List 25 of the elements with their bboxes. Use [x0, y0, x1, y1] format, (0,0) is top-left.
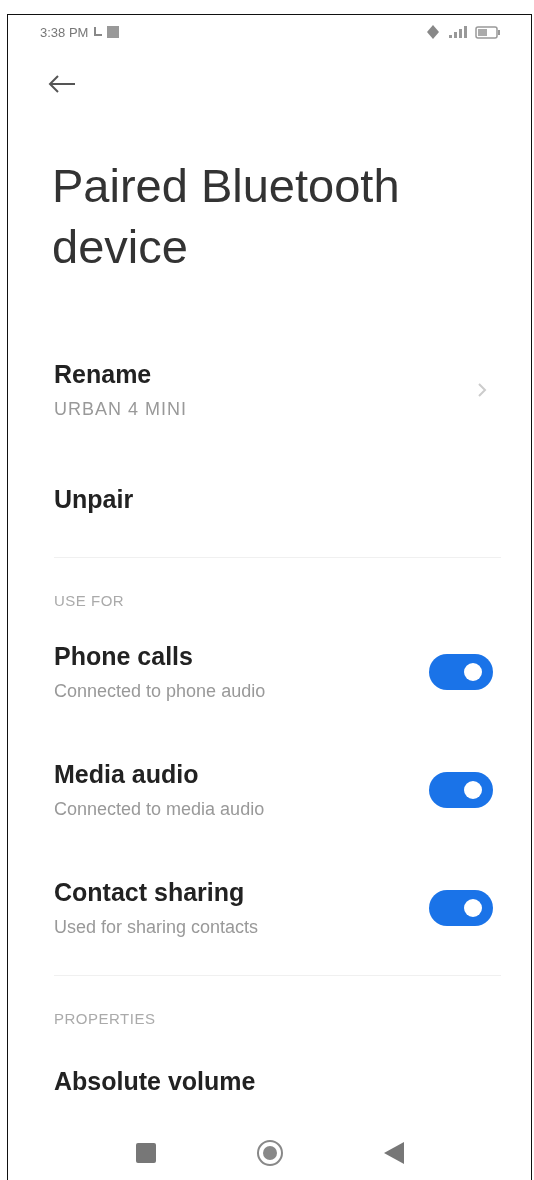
back-arrow-icon[interactable]: [48, 75, 76, 93]
setting-title[interactable]: Absolute volume: [54, 1066, 493, 1096]
notification-icon: [107, 26, 120, 38]
signal-icon: [447, 26, 467, 38]
setting-subtitle: Connected to media audio: [54, 799, 266, 820]
back-icon[interactable]: [383, 1141, 404, 1164]
setting-title[interactable]: Media audio: [54, 760, 429, 789]
setting-subtitle: Used for sharing contacts: [54, 917, 260, 938]
setting-subtitle: Connected to phone audio: [54, 681, 267, 702]
setting-title[interactable]: Contact sharing: [54, 878, 429, 907]
setting-title[interactable]: Unpair: [54, 484, 493, 514]
section-header: USE FOR: [53, 592, 126, 609]
toggle-switch[interactable]: [429, 890, 493, 926]
setting-title[interactable]: Phone calls: [54, 642, 429, 671]
page-title: Paired Bluetooth device: [52, 158, 401, 275]
setting-subtitle: URBAN 4 MINI: [54, 399, 189, 420]
toggle-switch[interactable]: [429, 654, 493, 690]
toggle-switch[interactable]: [429, 772, 493, 808]
home-icon[interactable]: [255, 1138, 284, 1167]
section-header: PROPERTIES: [53, 1010, 157, 1027]
chevron-right-icon: [477, 382, 487, 398]
battery-icon: [475, 25, 501, 39]
setting-title[interactable]: Rename: [54, 360, 477, 389]
status-time: 3:38 PM: [40, 24, 89, 40]
recent-apps-icon[interactable]: [135, 1142, 156, 1163]
